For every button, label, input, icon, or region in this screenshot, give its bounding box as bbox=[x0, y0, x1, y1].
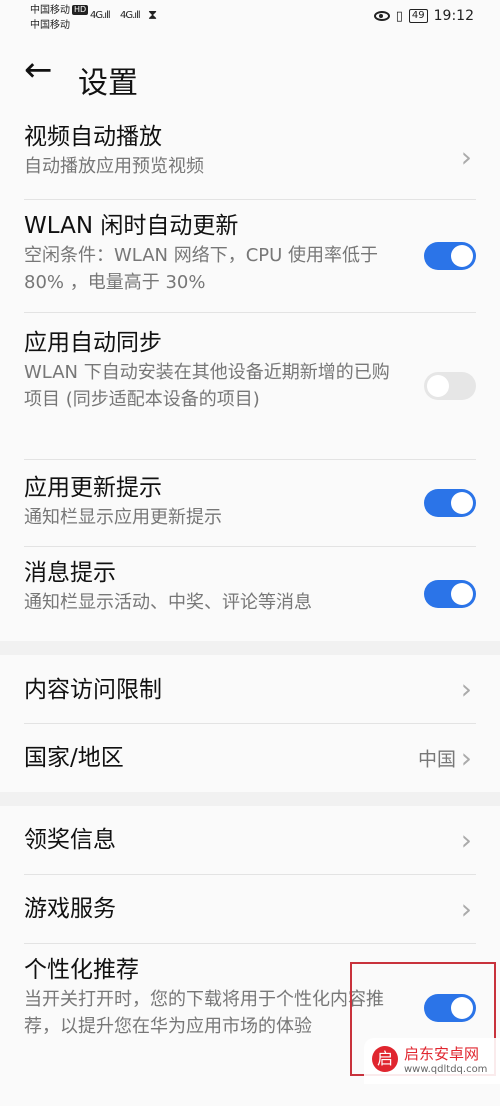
toggle-knob bbox=[427, 375, 449, 397]
setting-title: 内容访问限制 bbox=[24, 677, 162, 703]
setting-subtitle: 空闲条件：WLAN 网络下，CPU 使用率低于 80% ，电量高于 30% bbox=[24, 245, 379, 293]
setting-title: 应用自动同步 bbox=[24, 330, 162, 356]
hourglass-icon: ⧗ bbox=[148, 8, 157, 23]
setting-title: 游戏服务 bbox=[24, 896, 116, 922]
region-value: 中国 bbox=[417, 748, 456, 771]
chevron-right-icon: › bbox=[460, 892, 472, 926]
carrier-2: 中国移动 bbox=[30, 20, 70, 31]
hd-badge: HD bbox=[72, 5, 89, 15]
toggle-knob bbox=[451, 492, 473, 514]
settings-group-1: 视频自动播放 自动播放应用预览视频 › WLAN 闲时自动更新 空闲条件：WLA… bbox=[0, 114, 500, 641]
carrier-info: 中国移动 HD 中国移动 bbox=[30, 3, 89, 33]
settings-group-2: 内容访问限制 › 国家/地区 中国 › bbox=[0, 655, 500, 792]
signal-icon-2: 4G.ıll bbox=[120, 10, 141, 21]
setting-prize-info[interactable]: 领奖信息 › bbox=[24, 806, 476, 875]
personalized-toggle[interactable] bbox=[424, 994, 476, 1022]
setting-region[interactable]: 国家/地区 中国 › bbox=[24, 724, 476, 792]
page-title: 设置 bbox=[78, 66, 138, 101]
message-hint-toggle[interactable] bbox=[424, 580, 476, 608]
setting-content-limit[interactable]: 内容访问限制 › bbox=[24, 655, 476, 724]
setting-subtitle: 通知栏显示活动、中奖、评论等消息 bbox=[24, 592, 312, 613]
watermark-url: www.qdltdq.com bbox=[404, 1064, 488, 1075]
battery-icon: 49 bbox=[408, 9, 428, 23]
toggle-knob bbox=[451, 997, 473, 1019]
chevron-right-icon: › bbox=[460, 823, 472, 857]
chevron-right-icon: › bbox=[460, 672, 472, 706]
setting-subtitle: 通知栏显示应用更新提示 bbox=[24, 507, 222, 528]
signal-icon-1: 4G.ıll bbox=[90, 10, 111, 21]
auto-sync-toggle[interactable] bbox=[424, 372, 476, 400]
setting-game-service[interactable]: 游戏服务 › bbox=[24, 875, 476, 944]
setting-message-hint[interactable]: 消息提示 通知栏显示活动、中奖、评论等消息 bbox=[24, 547, 476, 641]
status-bar: 中国移动 HD 中国移动 4G.ıll 4G.ıll ⧗ ▯ 49 19:12 bbox=[0, 0, 500, 36]
chevron-right-icon: › bbox=[460, 741, 472, 775]
watermark-logo: 启 bbox=[372, 1046, 398, 1072]
carrier-1: 中国移动 bbox=[30, 5, 70, 16]
back-arrow-icon[interactable]: ← bbox=[24, 50, 53, 90]
app-bar: ← 设置 bbox=[0, 36, 500, 114]
toggle-knob bbox=[451, 245, 473, 267]
setting-title: 个性化推荐 bbox=[24, 957, 139, 983]
setting-wlan-auto-update[interactable]: WLAN 闲时自动更新 空闲条件：WLAN 网络下，CPU 使用率低于 80% … bbox=[24, 200, 476, 313]
setting-title: 领奖信息 bbox=[24, 827, 116, 853]
eye-comfort-icon bbox=[373, 11, 390, 21]
chevron-right-icon: › bbox=[460, 140, 472, 173]
vibrate-icon: ▯ bbox=[395, 8, 403, 24]
setting-subtitle: WLAN 下自动安装在其他设备近期新增的已购项目 (同步适配本设备的项目) bbox=[24, 362, 390, 410]
clock: 19:12 bbox=[433, 8, 474, 24]
setting-update-hint[interactable]: 应用更新提示 通知栏显示应用更新提示 bbox=[24, 460, 476, 547]
setting-video-autoplay[interactable]: 视频自动播放 自动播放应用预览视频 › bbox=[24, 114, 476, 200]
update-hint-toggle[interactable] bbox=[424, 489, 476, 517]
watermark: 启 启东安卓网 www.qdltdq.com bbox=[364, 1038, 500, 1084]
setting-auto-sync[interactable]: 应用自动同步 WLAN 下自动安装在其他设备近期新增的已购项目 (同步适配本设备… bbox=[24, 313, 476, 460]
setting-title: 视频自动播放 bbox=[24, 124, 162, 150]
setting-subtitle: 自动播放应用预览视频 bbox=[24, 156, 204, 177]
setting-title: 消息提示 bbox=[24, 560, 116, 586]
toggle-knob bbox=[451, 583, 473, 605]
setting-title: WLAN 闲时自动更新 bbox=[24, 213, 239, 239]
setting-title: 应用更新提示 bbox=[24, 475, 162, 501]
setting-subtitle: 当开关打开时，您的下载将用于个性化内容推荐，以提升您在华为应用市场的体验 bbox=[24, 989, 384, 1037]
setting-title: 国家/地区 bbox=[24, 745, 124, 771]
watermark-name: 启东安卓网 bbox=[404, 1045, 480, 1063]
wlan-update-toggle[interactable] bbox=[424, 242, 476, 270]
